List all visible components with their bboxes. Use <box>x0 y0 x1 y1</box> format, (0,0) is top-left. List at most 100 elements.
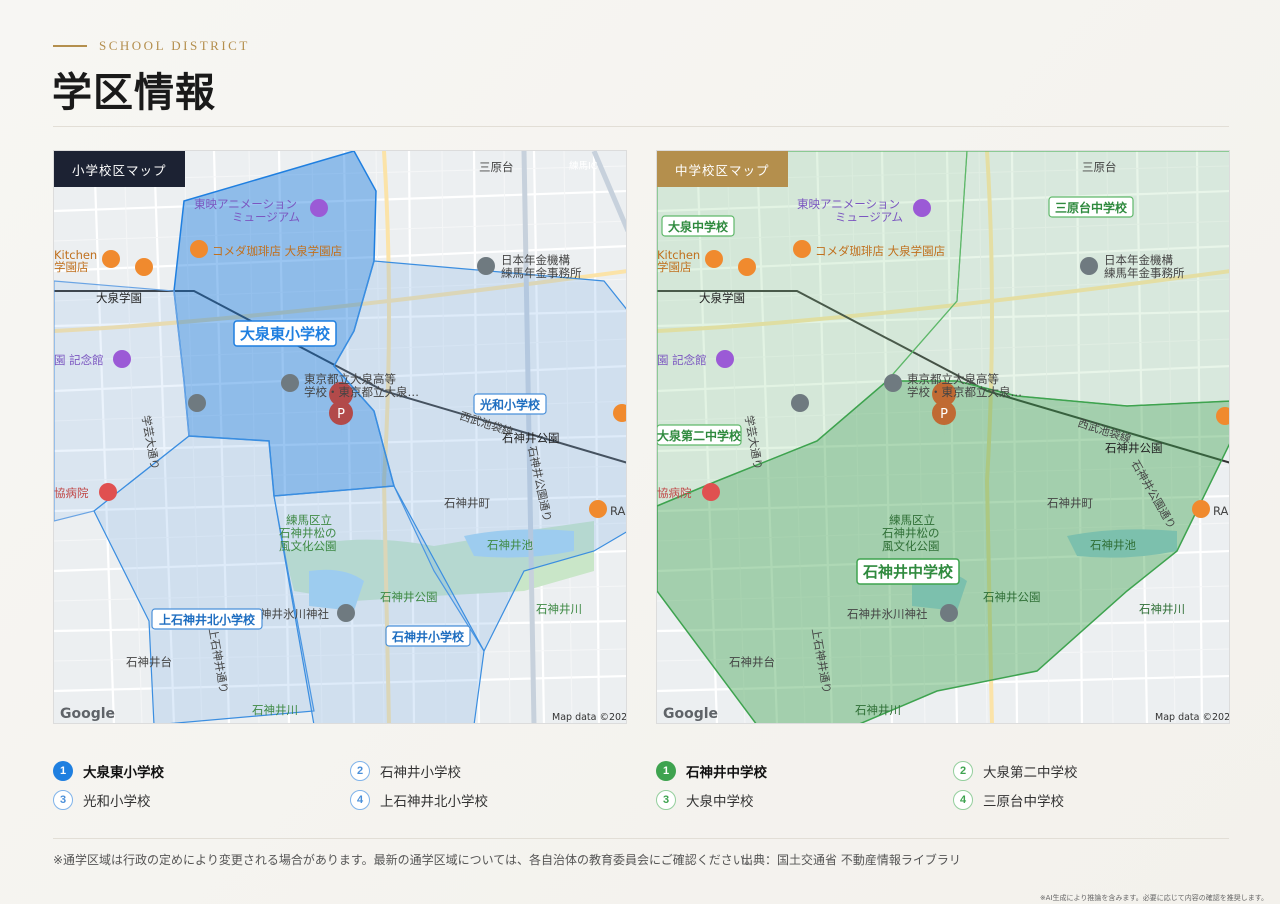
map-label-koko-2: 学校・東京都立大泉… <box>304 385 419 399</box>
map-label-shakujii-gawa: 石神井川 <box>1139 602 1185 616</box>
elementary-highlight-label: 大泉東小学校 <box>240 325 331 343</box>
map-label-nenkin-1: 日本年金機構 <box>1104 253 1173 267</box>
footnote: ※通学区域は行政の定めにより変更される場合があります。最新の通学区域については、… <box>53 853 757 867</box>
legend-item[interactable]: 1 大泉東小学校 <box>53 761 164 781</box>
page-title: 学区情報 <box>52 69 216 116</box>
elementary-map-canvas[interactable]: P 三原台 東映アニメーション ミュージアム コメダ珈琲店 大泉学園店 Kitc… <box>54 151 627 724</box>
map-label-shakujii-machi: 石神井町 <box>444 496 490 510</box>
elementary-label-kamishakujii-kita: 上石神井北小学校 <box>159 612 256 627</box>
map-label-shakujii-machi: 石神井町 <box>1047 496 1093 510</box>
junior-high-map[interactable]: 中学校区マップ P 三原台 東映アニメーション ミュージアム コメダ珈琲店 大泉… <box>656 150 1230 724</box>
section-eyebrow: SCHOOL DISTRICT <box>53 38 250 54</box>
legend-label: 石神井小学校 <box>380 765 461 781</box>
junior-highlight-label: 石神井中学校 <box>862 563 954 581</box>
legend-item[interactable]: 4 三原台中学校 <box>953 790 1064 810</box>
legend-label: 光和小学校 <box>83 794 151 810</box>
map-label-komeda: コメダ珈琲店 大泉学園店 <box>212 244 342 258</box>
legend-number: 3 <box>53 790 73 810</box>
map-label-oizumi-gakuen: 大泉学園 <box>96 291 142 305</box>
map-label-shakujii-gawa-2: 石神井川 <box>855 703 901 717</box>
elementary-map-tag: 小学校区マップ <box>54 151 185 187</box>
top-divider <box>53 126 1229 127</box>
legend-item[interactable]: 4 上石神井北小学校 <box>350 790 488 810</box>
map-label-matsu-3: 風文化公園 <box>882 539 940 553</box>
map-label-shakujii-gawa: 石神井川 <box>536 602 582 616</box>
map-label-nenkin-1: 日本年金機構 <box>501 253 570 267</box>
map-label-koko-1: 東京都立大泉高等 <box>304 372 396 386</box>
legend-number: 4 <box>350 790 370 810</box>
junior-high-map-canvas[interactable]: P 三原台 東映アニメーション ミュージアム コメダ珈琲店 大泉学園店 Kitc… <box>657 151 1230 724</box>
legend-label: 上石神井北小学校 <box>380 794 488 810</box>
map-label-shakujii-park: 石神井公園 <box>380 590 438 604</box>
legend-number: 1 <box>656 761 676 781</box>
map-label-shakujii-dai: 石神井台 <box>729 655 775 669</box>
map-label-kitchen-2: 学園店 <box>54 260 89 274</box>
svg-text:P: P <box>337 407 345 422</box>
map-label-kinenkan: 園 記念館 <box>54 353 104 367</box>
map-label-toei-2: ミュージアム <box>232 210 300 224</box>
elementary-label-shakujii: 石神井小学校 <box>391 629 465 644</box>
google-logo: Google <box>60 706 115 722</box>
map-label-kitchen-2: 学園店 <box>657 260 692 274</box>
elementary-map[interactable]: 小学校区マップ P 三原台 東映アニメーション ミュージアム コメダ珈琲店 大泉… <box>53 150 627 724</box>
google-logo: Google <box>663 706 718 722</box>
legend-item[interactable]: 3 光和小学校 <box>53 790 151 810</box>
source-credit: 出典：国土交通省 不動産情報ライブラリ <box>741 853 961 867</box>
map-label-matsu-2: 石神井松の <box>279 526 337 540</box>
map-label-toei-1: 東映アニメーション <box>797 197 900 211</box>
elementary-label-kowa: 光和小学校 <box>479 397 541 412</box>
legend-label: 石神井中学校 <box>686 765 767 781</box>
legend-item[interactable]: 2 大泉第二中学校 <box>953 761 1078 781</box>
junior-label-miharadai: 三原台中学校 <box>1055 200 1128 215</box>
map-label-shakujii-koen-sta: 石神井公園 <box>1105 441 1163 455</box>
legend-item[interactable]: 1 石神井中学校 <box>656 761 767 781</box>
map-attribution: Map data ©2026 <box>552 712 627 723</box>
legend-number: 2 <box>350 761 370 781</box>
map-label-shakujii-gawa-2: 石神井川 <box>252 703 298 717</box>
map-label-shakujii-ike: 石神井池 <box>487 538 533 552</box>
map-label-mihara: 三原台 <box>1082 160 1117 174</box>
legend-label: 大泉東小学校 <box>83 765 164 781</box>
legend-number: 2 <box>953 761 973 781</box>
legend-item[interactable]: 2 石神井小学校 <box>350 761 461 781</box>
ai-disclaimer: ※AI生成により推論を含みます。必要に応じて内容の確認を推奨します。 <box>1039 894 1268 902</box>
map-label-hikawa-full: 石神井氷川神社 <box>847 607 928 621</box>
map-label-koko-2: 学校・東京都立大泉… <box>907 385 1022 399</box>
map-label-matsu-3: 風文化公園 <box>279 539 337 553</box>
legend-label: 大泉中学校 <box>686 794 754 810</box>
map-label-shakujii-dai: 石神井台 <box>126 655 172 669</box>
map-label-komeda: コメダ珈琲店 大泉学園店 <box>815 244 945 258</box>
legend-number: 3 <box>656 790 676 810</box>
map-label-shakujii-park: 石神井公園 <box>983 590 1041 604</box>
map-label-mihara: 三原台 <box>479 160 514 174</box>
map-label-oizumi-gakuen: 大泉学園 <box>699 291 745 305</box>
map-label-koko-1: 東京都立大泉高等 <box>907 372 999 386</box>
eyebrow-text: SCHOOL DISTRICT <box>99 38 250 53</box>
map-label-ra: RA <box>610 504 626 518</box>
map-label-shakujii-ike: 石神井池 <box>1090 538 1136 552</box>
eyebrow-rule <box>53 45 87 47</box>
legend-label: 大泉第二中学校 <box>983 765 1078 781</box>
map-label-hospital: 協病院 <box>657 486 692 500</box>
svg-text:P: P <box>940 407 948 422</box>
legend-item[interactable]: 3 大泉中学校 <box>656 790 754 810</box>
junior-label-oizumi-daini: 大泉第二中学校 <box>657 428 742 443</box>
map-label-matsu-1: 練馬区立 <box>286 513 332 527</box>
map-label-matsu-1: 練馬区立 <box>889 513 935 527</box>
legend-number: 1 <box>53 761 73 781</box>
bottom-divider <box>53 838 1229 839</box>
map-label-matsu-2: 石神井松の <box>882 526 940 540</box>
map-label-kinenkan: 園 記念館 <box>657 353 707 367</box>
legend-label: 三原台中学校 <box>983 794 1064 810</box>
map-label-hikawa: 神井氷川神社 <box>260 607 329 621</box>
junior-high-map-tag: 中学校区マップ <box>657 151 788 187</box>
map-label-toei-1: 東映アニメーション <box>194 197 297 211</box>
map-attribution: Map data ©2026 <box>1155 712 1230 723</box>
map-label-ra: RA <box>1213 504 1229 518</box>
map-label-nenkin-2: 練馬年金事務所 <box>501 266 582 280</box>
legend-number: 4 <box>953 790 973 810</box>
map-label-nerima-ic: 練馬IC <box>569 160 598 172</box>
junior-label-oizumi: 大泉中学校 <box>668 219 729 234</box>
map-label-toei-2: ミュージアム <box>835 210 903 224</box>
map-label-nenkin-2: 練馬年金事務所 <box>1104 266 1185 280</box>
